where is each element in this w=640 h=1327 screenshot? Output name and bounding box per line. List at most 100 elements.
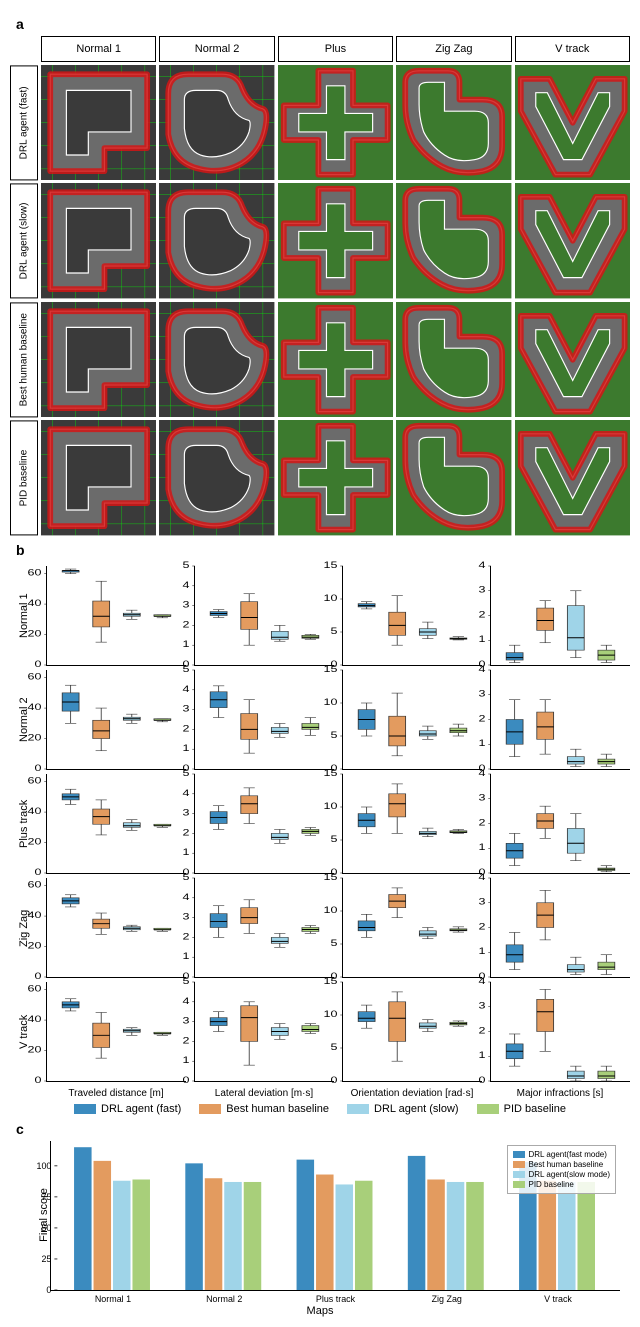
svg-text:5: 5 — [182, 664, 189, 674]
track-cell — [396, 183, 511, 298]
svg-text:60: 60 — [28, 984, 42, 994]
legend-item: DRL agent (fast) — [74, 1103, 181, 1115]
svg-text:5: 5 — [330, 1042, 337, 1052]
boxplot-cell: 01234 — [490, 566, 630, 666]
svg-text:2: 2 — [478, 714, 485, 724]
track-cell — [396, 65, 511, 180]
col-header-2: Plus — [278, 36, 393, 62]
boxplot-cell: 0204060 — [46, 774, 186, 874]
boxplot-cell: 0204060 — [46, 566, 186, 666]
boxplot-cell: 012345 — [194, 566, 334, 666]
svg-text:4: 4 — [478, 872, 485, 882]
svg-text:20: 20 — [28, 941, 42, 951]
svg-text:0: 0 — [478, 1075, 485, 1085]
track-cell — [41, 65, 156, 180]
panel-b-legend: DRL agent (fast) Best human baseline DRL a… — [10, 1103, 630, 1115]
b-row-header: Normal 2 — [10, 670, 38, 770]
track-cell — [159, 183, 274, 298]
svg-text:0: 0 — [46, 1285, 51, 1295]
svg-text:2: 2 — [182, 828, 189, 838]
boxplot-cell: 051015 — [342, 774, 482, 874]
legend-item: Best human baseline — [199, 1103, 329, 1115]
svg-text:4: 4 — [182, 788, 189, 798]
boxplot-cell: 012345 — [194, 670, 334, 770]
col-header-1: Normal 2 — [159, 36, 274, 62]
svg-text:20: 20 — [28, 837, 42, 847]
svg-text:3: 3 — [182, 1016, 189, 1026]
svg-text:40: 40 — [28, 806, 42, 816]
svg-text:0: 0 — [182, 1075, 189, 1085]
panel-c-xlabel: Maps — [10, 1305, 630, 1317]
track-cell — [515, 183, 630, 298]
svg-text:2: 2 — [478, 818, 485, 828]
track-cell — [159, 65, 274, 180]
track-cell — [159, 420, 274, 535]
svg-text:5: 5 — [182, 560, 189, 570]
svg-text:1: 1 — [182, 951, 189, 961]
svg-text:10: 10 — [324, 801, 338, 811]
svg-text:1: 1 — [478, 946, 485, 956]
svg-text:4: 4 — [182, 892, 189, 902]
b-metric-label: Orientation deviation [rad·s] — [342, 1086, 482, 1099]
b-row-header: V track — [10, 982, 38, 1082]
svg-text:V track: V track — [544, 1294, 572, 1304]
svg-text:2: 2 — [478, 610, 485, 620]
legend-item: DRL agent(fast mode) — [513, 1150, 610, 1159]
svg-text:2: 2 — [182, 1036, 189, 1046]
svg-text:4: 4 — [478, 560, 485, 570]
row-header-3: PID baseline — [10, 420, 38, 535]
boxplot-cell: 0204060 — [46, 670, 186, 770]
boxplot-cell: 0204060 — [46, 982, 186, 1082]
legend-item: PID baseline — [477, 1103, 566, 1115]
svg-text:40: 40 — [28, 910, 42, 920]
b-row-header: Plus track — [10, 774, 38, 874]
svg-text:4: 4 — [182, 684, 189, 694]
svg-text:20: 20 — [28, 629, 42, 639]
svg-text:4: 4 — [478, 664, 485, 674]
svg-text:Plus track: Plus track — [316, 1294, 356, 1304]
panel-b-grid: Normal 1020406001234505101501234Normal 2… — [10, 566, 630, 1099]
svg-text:10: 10 — [324, 1009, 338, 1019]
b-row-header: Normal 1 — [10, 566, 38, 666]
svg-text:15: 15 — [324, 664, 338, 674]
panel-c-label: c — [16, 1121, 630, 1137]
legend-item: DRL agent (slow) — [347, 1103, 459, 1115]
svg-text:15: 15 — [324, 560, 338, 570]
svg-text:60: 60 — [28, 880, 42, 890]
svg-text:100: 100 — [36, 1160, 51, 1170]
svg-text:Normal 2: Normal 2 — [206, 1294, 242, 1304]
svg-text:40: 40 — [28, 598, 42, 608]
svg-text:10: 10 — [324, 593, 338, 603]
svg-text:4: 4 — [182, 580, 189, 590]
svg-text:0: 0 — [34, 867, 41, 877]
svg-text:15: 15 — [324, 872, 338, 882]
svg-text:1: 1 — [478, 634, 485, 644]
track-cell — [396, 420, 511, 535]
b-row-header: Zig Zag — [10, 878, 38, 978]
svg-text:15: 15 — [324, 768, 338, 778]
svg-text:3: 3 — [182, 808, 189, 818]
svg-text:3: 3 — [478, 1001, 485, 1011]
svg-text:0: 0 — [34, 763, 41, 773]
boxplot-cell: 051015 — [342, 878, 482, 978]
svg-text:1: 1 — [478, 738, 485, 748]
svg-text:Zig Zag: Zig Zag — [432, 1294, 462, 1304]
svg-text:5: 5 — [330, 938, 337, 948]
svg-text:5: 5 — [330, 834, 337, 844]
svg-text:2: 2 — [182, 620, 189, 630]
svg-text:1: 1 — [478, 842, 485, 852]
b-metric-label: Traveled distance [m] — [46, 1086, 186, 1099]
svg-text:3: 3 — [478, 897, 485, 907]
svg-text:1: 1 — [478, 1050, 485, 1060]
panel-b-label: b — [16, 542, 630, 558]
svg-text:4: 4 — [478, 976, 485, 986]
svg-text:2: 2 — [478, 922, 485, 932]
col-header-0: Normal 1 — [41, 36, 156, 62]
track-cell — [278, 302, 393, 417]
track-cell — [515, 65, 630, 180]
svg-text:15: 15 — [324, 976, 338, 986]
track-cell — [41, 183, 156, 298]
row-header-0: DRL agent (fast) — [10, 65, 38, 180]
svg-text:2: 2 — [478, 1026, 485, 1036]
svg-text:3: 3 — [478, 689, 485, 699]
